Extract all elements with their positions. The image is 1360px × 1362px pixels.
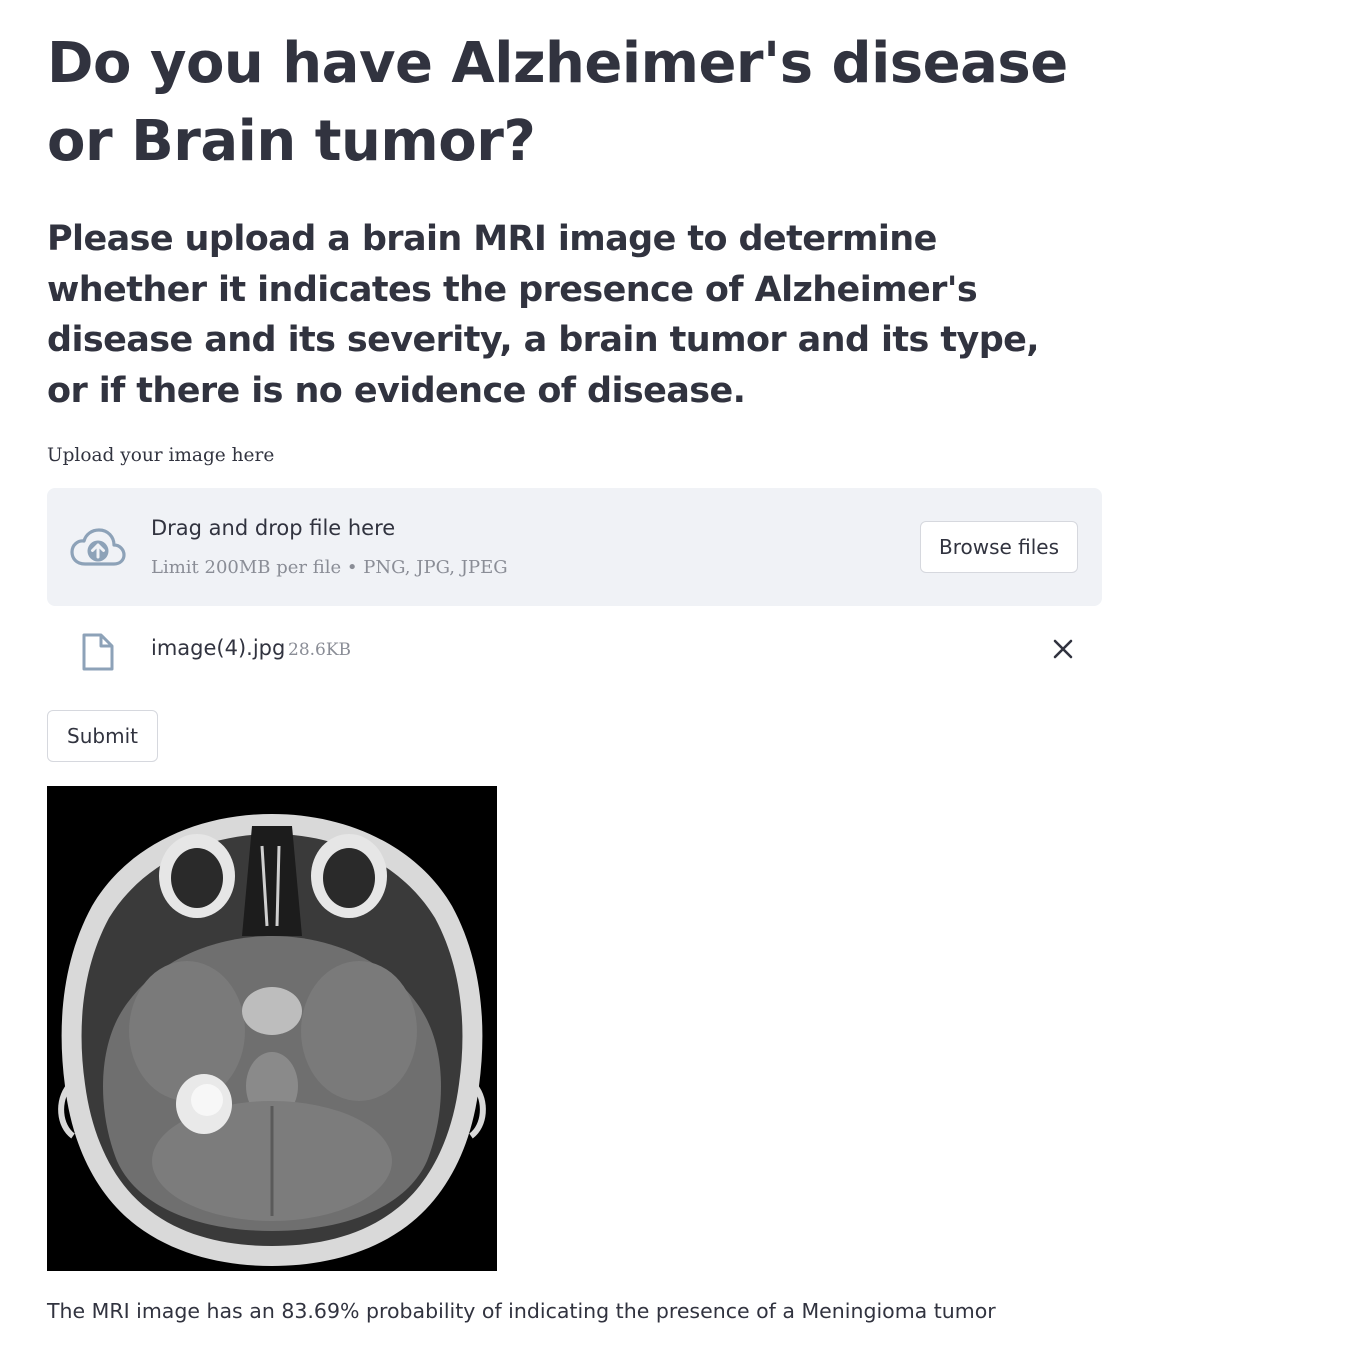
close-icon[interactable]	[1047, 633, 1079, 665]
uploaded-file-size: 28.6KB	[288, 640, 352, 660]
prediction-result: The MRI image has an 83.69% probability …	[47, 1299, 996, 1323]
file-icon	[82, 633, 114, 671]
uploaded-file-row: image(4).jpg 28.6KB	[47, 620, 1102, 678]
uploaded-file-name: image(4).jpg	[151, 636, 286, 660]
cloud-upload-icon	[70, 528, 126, 566]
dropzone-limit-text: Limit 200MB per file • PNG, JPG, JPEG	[151, 557, 508, 578]
mri-scan-image	[47, 786, 497, 1271]
dropzone-title: Drag and drop file here	[151, 516, 396, 540]
page-title: Do you have Alzheimer's disease or Brain…	[47, 31, 1068, 174]
browse-files-button[interactable]: Browse files	[920, 521, 1078, 573]
page-subtitle: Please upload a brain MRI image to deter…	[47, 219, 1040, 411]
uploader-label: Upload your image here	[47, 445, 275, 466]
submit-button[interactable]: Submit	[47, 710, 158, 762]
